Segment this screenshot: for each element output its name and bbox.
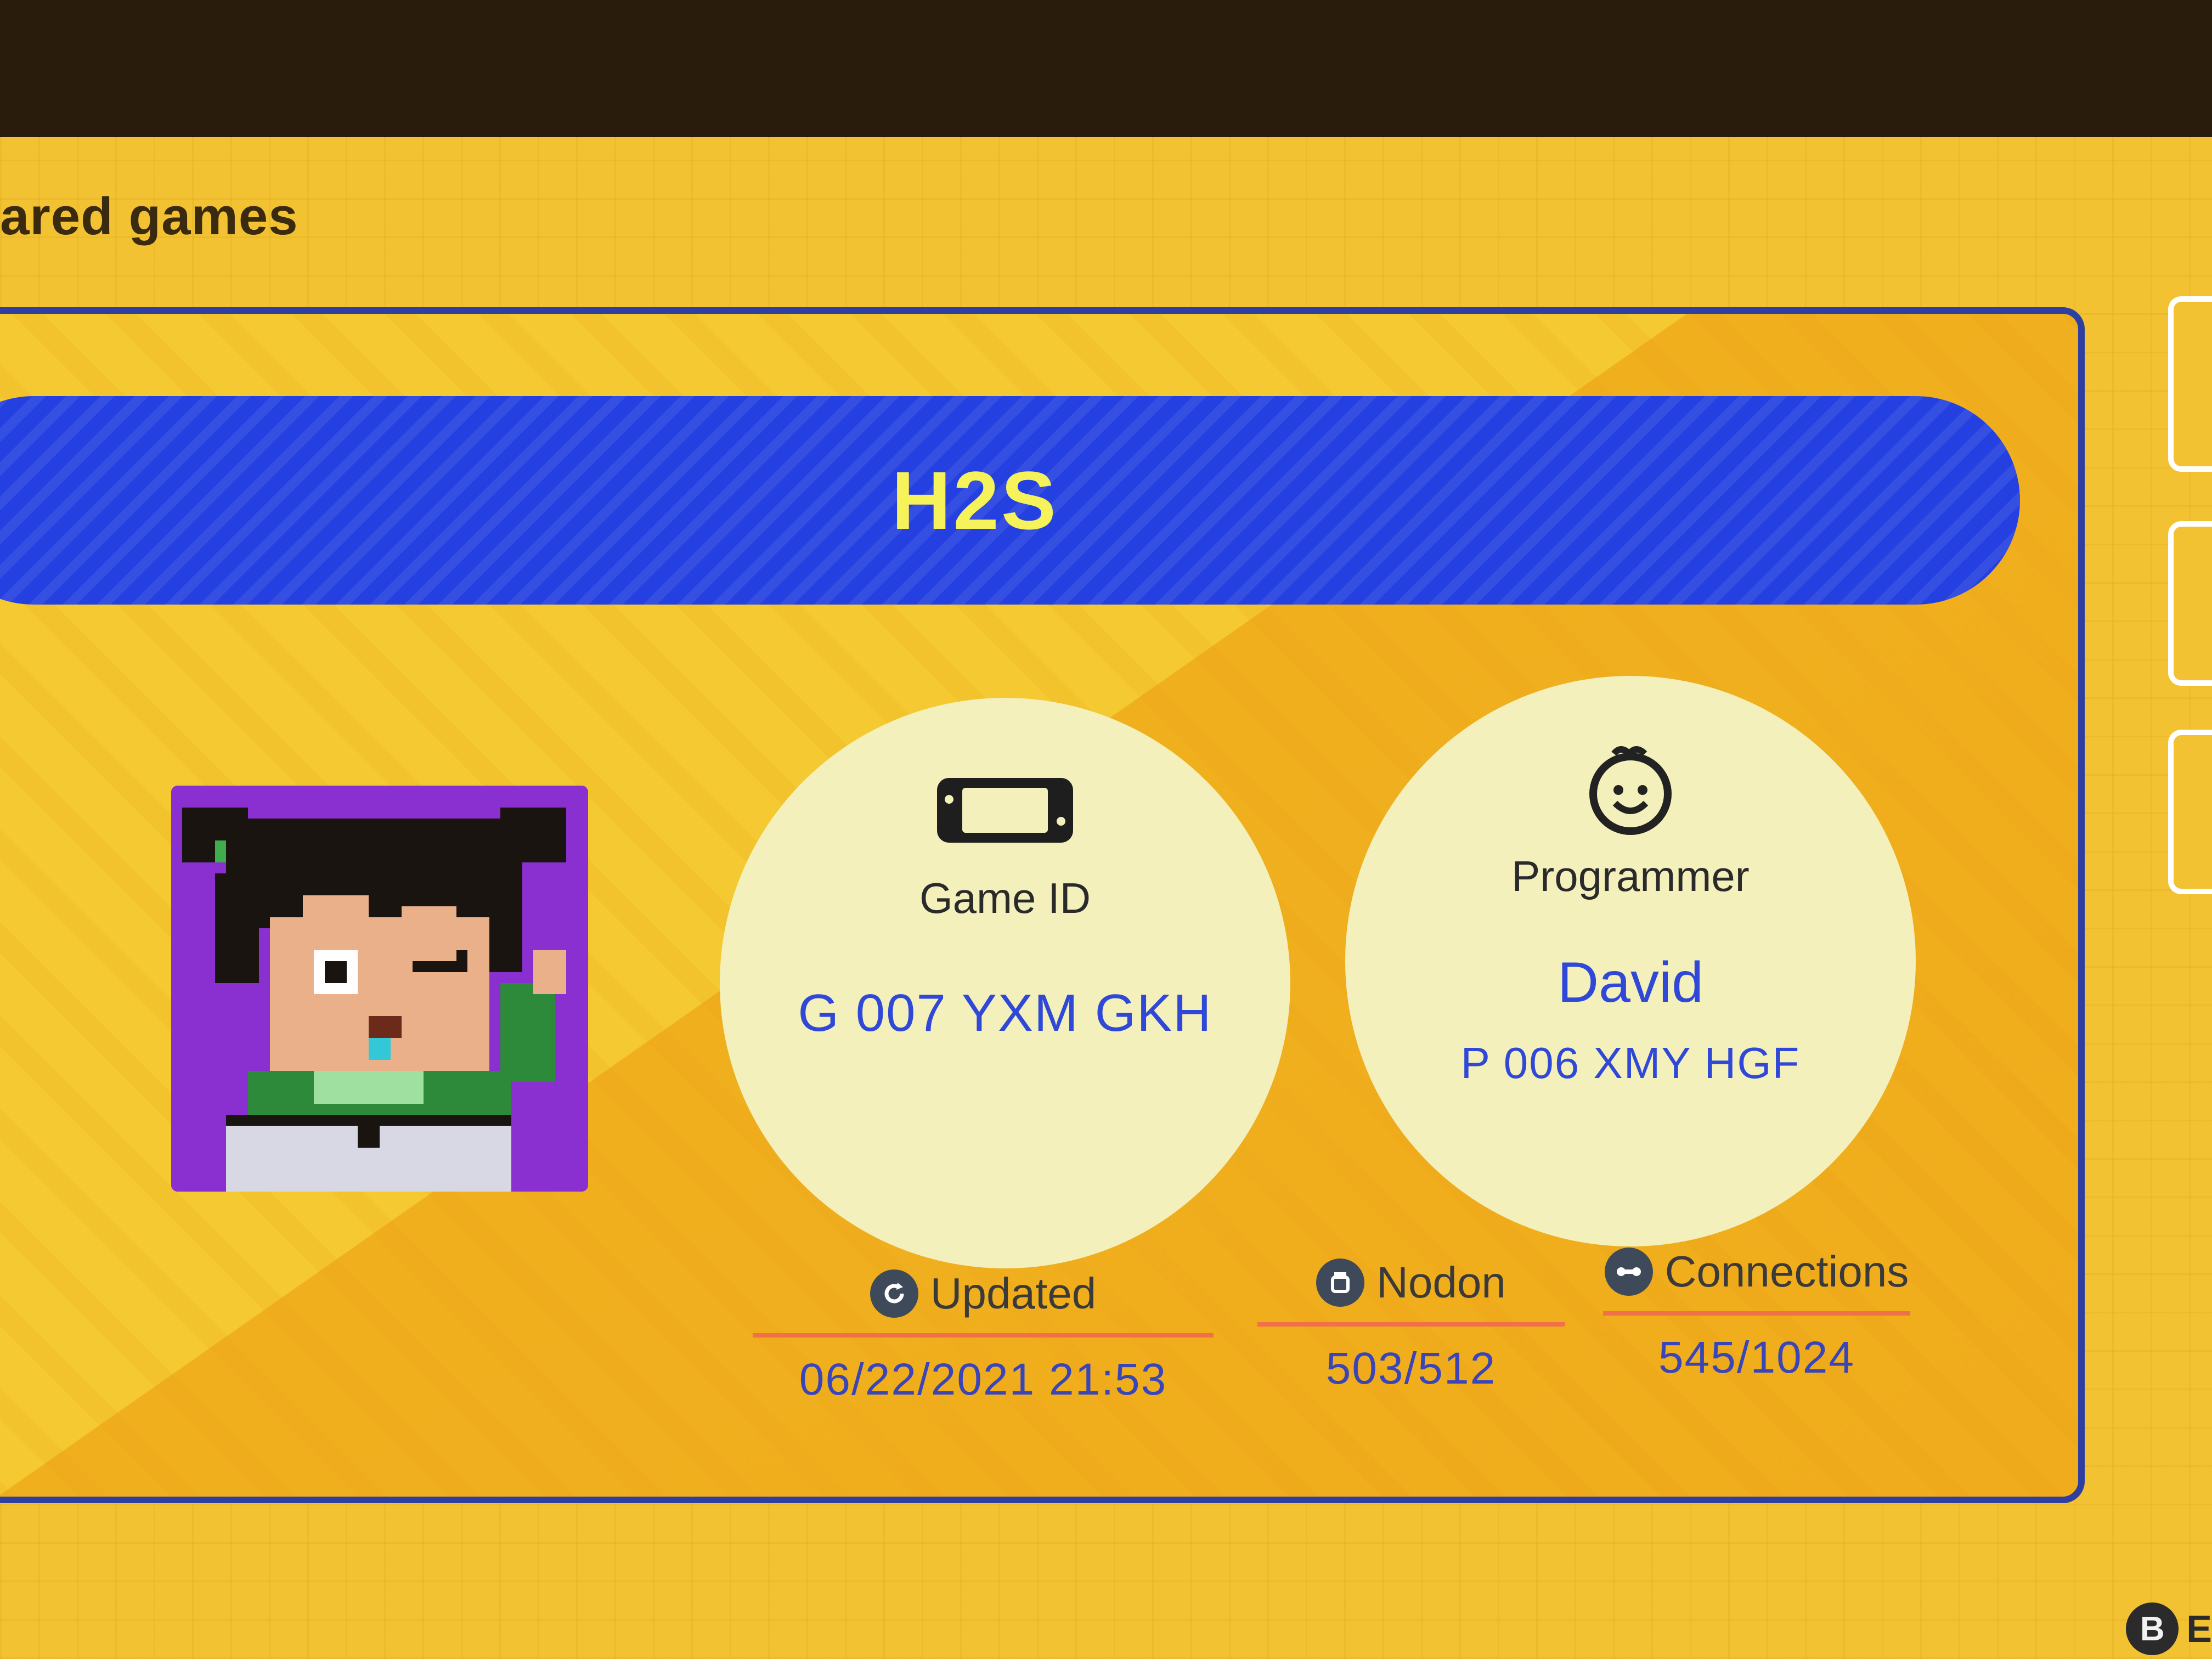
game-id-panel[interactable]: Game ID G 007 YXM GKH bbox=[720, 698, 1290, 1268]
programmer-face-icon bbox=[1589, 746, 1672, 835]
stat-connections: Connections 545/1024 bbox=[1603, 1246, 1910, 1384]
updated-label: Updated bbox=[930, 1269, 1097, 1318]
game-id-value: G 007 YXM GKH bbox=[798, 984, 1212, 1042]
stat-updated: Updated 06/22/2021 21:53 bbox=[753, 1268, 1214, 1406]
programmer-id: P 006 XMY HGF bbox=[1460, 1039, 1801, 1087]
connection-icon bbox=[1604, 1248, 1653, 1296]
connections-value: 545/1024 bbox=[1658, 1333, 1855, 1383]
back-hint[interactable]: B E bbox=[2126, 1599, 2212, 1659]
game-title: H2S bbox=[891, 454, 1058, 546]
game-thumbnail[interactable] bbox=[171, 786, 588, 1192]
section-title: ared games bbox=[0, 187, 298, 246]
back-hint-label: E bbox=[2186, 1607, 2212, 1650]
side-tab-3[interactable] bbox=[2168, 730, 2212, 894]
pixel-art-character-thumbnail bbox=[171, 786, 588, 1192]
side-tab-2[interactable] bbox=[2168, 521, 2212, 686]
game-id-label: Game ID bbox=[919, 874, 1091, 922]
game-title-banner: H2S bbox=[0, 396, 2020, 605]
programmer-label: Programmer bbox=[1511, 852, 1750, 900]
refresh-icon bbox=[870, 1269, 918, 1318]
nodon-value: 503/512 bbox=[1325, 1344, 1497, 1393]
nodon-icon bbox=[1316, 1259, 1365, 1307]
programmer-panel[interactable]: Programmer David P 006 XMY HGF bbox=[1345, 676, 1916, 1246]
side-tab-1[interactable] bbox=[2168, 296, 2212, 472]
updated-value: 06/22/2021 21:53 bbox=[799, 1355, 1167, 1404]
nodon-label: Nodon bbox=[1376, 1258, 1506, 1307]
stat-nodon: Nodon 503/512 bbox=[1257, 1257, 1565, 1395]
programmer-name: David bbox=[1558, 951, 1703, 1014]
game-console-icon bbox=[937, 778, 1073, 843]
b-button-icon: B bbox=[2126, 1602, 2179, 1655]
game-info-card: H2S Game ID G 007 YXM GKH Programmer Dav… bbox=[0, 307, 2085, 1503]
connections-label: Connections bbox=[1664, 1247, 1909, 1296]
